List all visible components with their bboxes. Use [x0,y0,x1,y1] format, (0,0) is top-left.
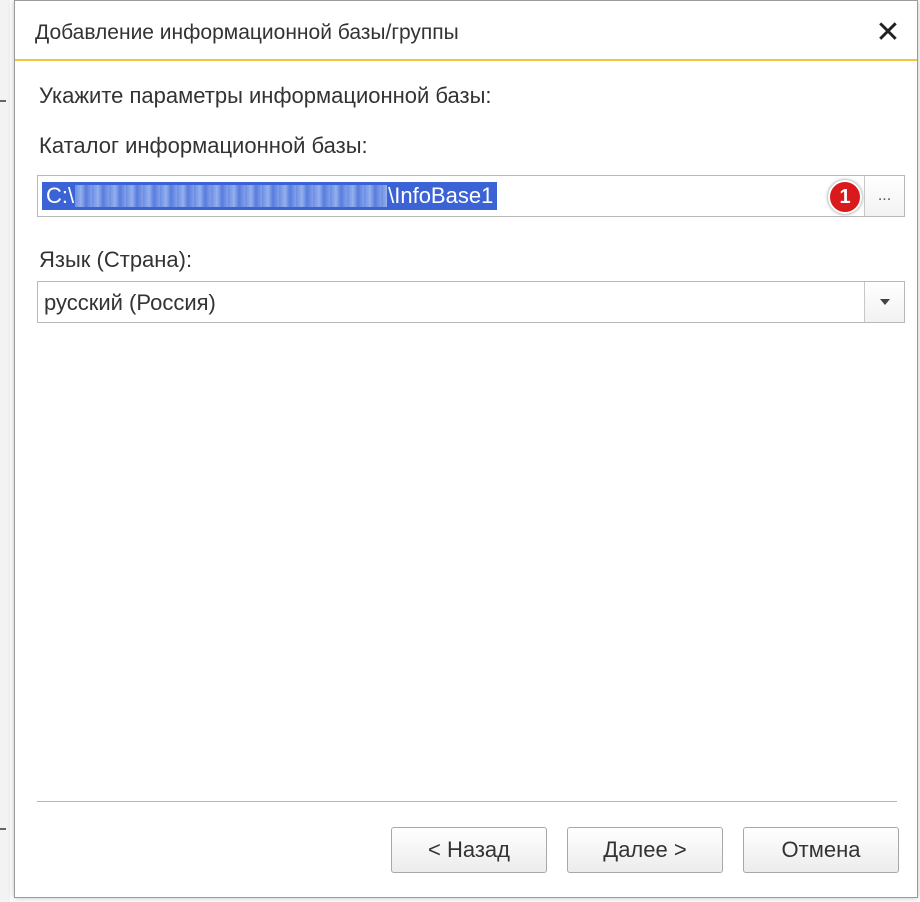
cancel-button[interactable]: Отмена [743,827,899,873]
footer-divider [37,801,897,802]
close-icon: ✕ [875,14,901,50]
redacted-path-segment [75,185,388,207]
browse-button[interactable]: ... [864,176,904,216]
language-select[interactable]: русский (Россия) [37,281,905,323]
dialog-title: Добавление информационной базы/группы [35,21,459,44]
catalog-path-value: C:\ \InfoBase1 [42,182,498,210]
catalog-path-input[interactable]: C:\ \InfoBase1 1 ... [37,175,905,217]
ellipsis-icon: ... [877,187,892,204]
form-heading: Укажите параметры информационной базы: [39,83,492,108]
language-value: русский (Россия) [44,290,216,315]
path-suffix: \InfoBase1 [388,183,494,208]
edge-tick [0,828,6,830]
dialog-titlebar: Добавление информационной базы/группы ✕ [15,1,917,61]
back-button[interactable]: < Назад [391,827,547,873]
language-dropdown-button[interactable] [864,282,904,322]
catalog-label: Каталог информационной базы: [39,133,368,158]
add-infobase-dialog: Добавление информационной базы/группы ✕ … [14,0,918,898]
next-button[interactable]: Далее > [567,827,723,873]
chevron-down-icon [879,299,890,305]
close-button[interactable]: ✕ [869,13,907,51]
background-window-edge [0,0,10,902]
path-prefix: C:\ [46,183,75,208]
edge-tick [0,100,6,102]
language-label: Язык (Страна): [39,247,193,272]
annotation-badge: 1 [828,180,862,214]
